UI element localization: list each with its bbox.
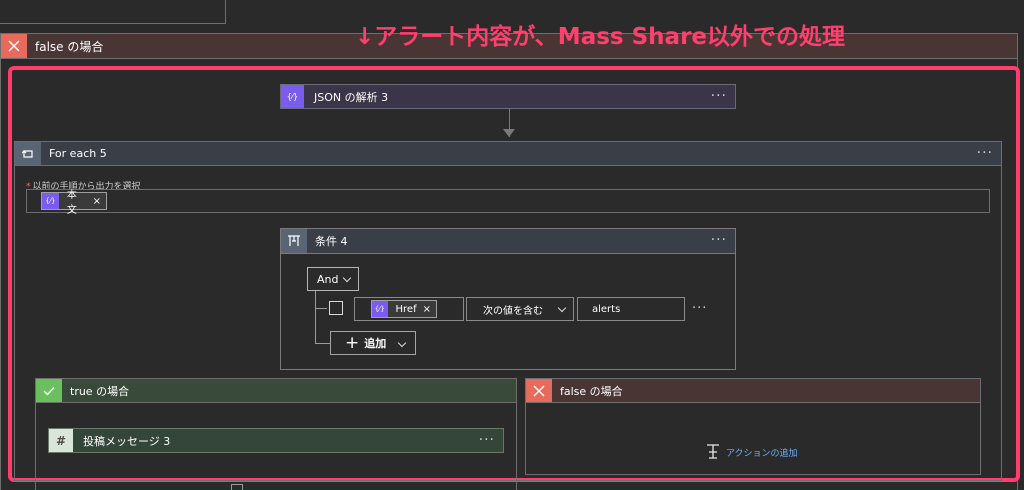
- previous-block-edge: [0, 0, 226, 24]
- more-options-icon[interactable]: ···: [711, 88, 727, 104]
- add-label: 追加: [364, 337, 387, 350]
- more-options-icon[interactable]: ···: [479, 432, 495, 448]
- and-label: And: [317, 272, 339, 286]
- condition-header[interactable]: 条件 4 ···: [280, 228, 736, 254]
- close-x-icon: [1, 34, 27, 58]
- body-token-label: 本文: [66, 190, 77, 216]
- condition-icon: [281, 229, 307, 253]
- add-action-icon: [707, 444, 719, 459]
- left-value-field[interactable]: {⁄} Href ×: [354, 297, 464, 321]
- outer-false-label: false の場合: [35, 39, 104, 54]
- row-checkbox[interactable]: [329, 301, 343, 315]
- select-output-field[interactable]: {⁄} 本文 ×: [26, 189, 990, 216]
- add-action-link[interactable]: アクションの追加: [706, 444, 798, 460]
- right-value-text: alerts: [592, 303, 621, 315]
- post-action-label: 投稿メッセージ 3: [83, 434, 171, 448]
- check-icon: [36, 379, 62, 402]
- tree-line: [315, 343, 330, 344]
- loop-icon: [15, 142, 41, 165]
- slack-icon: #: [49, 429, 73, 452]
- more-options-icon[interactable]: ···: [711, 232, 727, 248]
- add-button[interactable]: + 追加: [330, 331, 416, 355]
- tree-line: [315, 308, 327, 309]
- remove-token-icon[interactable]: ×: [93, 196, 106, 207]
- add-action-label: アクションの追加: [726, 448, 798, 459]
- arrow-down-icon: [503, 129, 515, 137]
- braces-icon: {⁄}: [42, 193, 59, 209]
- plus-icon: +: [345, 332, 360, 353]
- close-x-icon: [526, 379, 552, 402]
- true-branch-header[interactable]: true の場合: [35, 378, 517, 403]
- connector-stub: [231, 484, 243, 490]
- remove-token-icon[interactable]: ×: [423, 304, 436, 315]
- chevron-down-icon: [342, 273, 352, 283]
- chevron-down-icon: [557, 303, 567, 313]
- more-options-icon[interactable]: ···: [977, 145, 993, 161]
- right-value-field[interactable]: alerts: [577, 297, 685, 321]
- json-parse-action[interactable]: {⁄} JSON の解析 3 ···: [280, 84, 736, 109]
- and-or-select[interactable]: And: [307, 267, 359, 291]
- operator-select[interactable]: 次の値を含む: [466, 297, 574, 321]
- href-token[interactable]: {⁄} Href ×: [371, 300, 437, 318]
- true-branch-label: true の場合: [70, 384, 130, 398]
- false-branch-header[interactable]: false の場合: [525, 378, 981, 403]
- condition-label: 条件 4: [315, 235, 348, 248]
- braces-icon: {⁄}: [372, 301, 388, 317]
- annotation-text: ↓アラート内容が、Mass Share以外での処理: [355, 24, 846, 50]
- foreach-label: For each 5: [49, 147, 107, 160]
- post-message-action[interactable]: # 投稿メッセージ 3 ···: [48, 428, 504, 453]
- foreach-header[interactable]: For each 5 ···: [14, 141, 1002, 166]
- chevron-down-icon: [397, 338, 407, 348]
- operator-label: 次の値を含む: [483, 305, 543, 317]
- braces-icon: {⁄}: [281, 85, 304, 108]
- more-options-icon[interactable]: ···: [692, 301, 707, 316]
- false-branch-label: false の場合: [560, 384, 623, 398]
- body-token[interactable]: {⁄} 本文 ×: [41, 190, 107, 216]
- href-token-label: Href: [395, 303, 417, 315]
- tree-line: [315, 291, 316, 344]
- json-action-label: JSON の解析 3: [314, 90, 389, 104]
